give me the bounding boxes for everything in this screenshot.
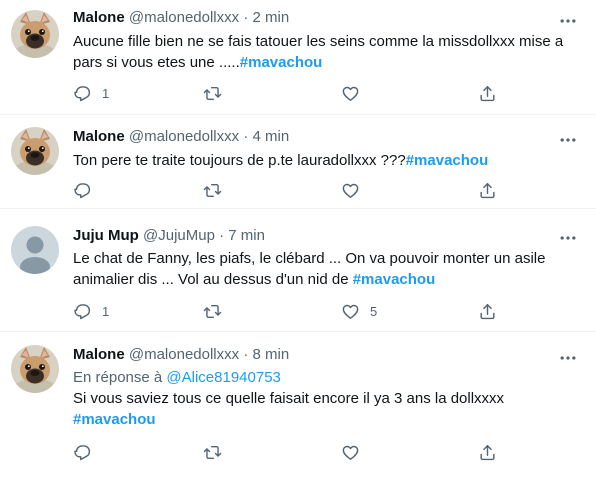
avatar[interactable] (11, 10, 59, 58)
hashtag-link[interactable]: #mavachou (240, 54, 323, 71)
share-button[interactable] (478, 83, 497, 103)
share-icon (478, 443, 497, 462)
hashtag-link[interactable]: #mavachou (353, 271, 436, 288)
timestamp[interactable]: 4 min (252, 128, 289, 145)
tweet-header: Malone @malonedollxxx · 2 min (73, 9, 289, 27)
share-button[interactable] (478, 301, 497, 321)
share-button[interactable] (478, 180, 497, 200)
mention-link[interactable]: @Alice81940753 (166, 369, 280, 386)
share-button[interactable] (478, 442, 497, 462)
reply-context-label: En réponse à (73, 369, 167, 386)
tweet-header: Juju Mup @JujuMup · 7 min (73, 227, 265, 245)
tweet-header: Malone @malonedollxxx · 8 min (73, 346, 289, 364)
action-bar: 1 (73, 83, 513, 103)
reply-icon (73, 84, 92, 103)
tweet-text-content: Si vous saviez tous ce quelle faisait en… (73, 390, 505, 407)
reply-icon (73, 181, 92, 200)
hashtag-link[interactable]: #mavachou (73, 411, 156, 428)
tweet-header: Malone @malonedollxxx · 4 min (73, 128, 289, 146)
heart-icon (341, 302, 360, 321)
timestamp[interactable]: 2 min (252, 9, 289, 26)
tweet[interactable]: Malone @malonedollxxx · 8 min En réponse… (0, 332, 596, 477)
more-icon[interactable] (558, 130, 578, 150)
share-icon (478, 302, 497, 321)
default-user-avatar-icon (11, 226, 59, 274)
retweet-icon (203, 443, 222, 462)
reply-context: En réponse à @Alice81940753 (73, 368, 281, 387)
heart-icon (341, 181, 360, 200)
retweet-button[interactable] (203, 83, 232, 103)
separator: · (243, 128, 249, 145)
timestamp[interactable]: 7 min (228, 227, 265, 244)
action-bar (73, 442, 513, 462)
action-bar: 1 5 (73, 301, 513, 321)
avatar[interactable] (11, 127, 59, 175)
action-bar (73, 180, 513, 200)
user-handle[interactable]: @malonedollxxx (129, 9, 239, 26)
avatar[interactable] (11, 226, 59, 274)
separator: · (243, 9, 249, 26)
reply-icon (73, 302, 92, 321)
more-icon[interactable] (558, 228, 578, 248)
tweet[interactable]: Malone @malonedollxxx · 2 min Aucune fil… (0, 0, 596, 115)
hashtag-link[interactable]: #mavachou (406, 152, 489, 169)
retweet-icon (203, 84, 222, 103)
like-button[interactable] (341, 83, 370, 103)
retweet-icon (203, 181, 222, 200)
reply-button[interactable]: 1 (73, 301, 109, 321)
tweet[interactable]: Malone @malonedollxxx · 4 min Ton pere t… (0, 115, 596, 209)
reply-button[interactable] (73, 180, 102, 200)
display-name[interactable]: Malone (73, 9, 125, 26)
reply-count: 1 (102, 303, 110, 319)
like-count: 5 (370, 303, 378, 319)
separator: · (219, 227, 225, 244)
retweet-button[interactable] (203, 442, 232, 462)
heart-icon (341, 443, 360, 462)
french-bulldog-avatar-icon (11, 10, 59, 58)
heart-icon (341, 84, 360, 103)
tweet-text: Le chat de Fanny, les piafs, le clébard … (73, 248, 573, 290)
display-name[interactable]: Malone (73, 128, 125, 145)
tweet-text: Ton pere te traite toujours de p.te laur… (73, 150, 573, 171)
reply-count: 1 (102, 85, 110, 101)
more-icon[interactable] (558, 348, 578, 368)
separator: · (243, 346, 249, 363)
reply-icon (73, 443, 92, 462)
tweet-text: Si vous saviez tous ce quelle faisait en… (73, 388, 573, 430)
tweet-feed: Malone @malonedollxxx · 2 min Aucune fil… (0, 0, 596, 477)
timestamp[interactable]: 8 min (252, 346, 289, 363)
user-handle[interactable]: @malonedollxxx (129, 128, 239, 145)
share-icon (478, 181, 497, 200)
tweet-text: Aucune fille bien ne se fais tatouer les… (73, 31, 573, 73)
retweet-button[interactable] (203, 180, 232, 200)
reply-button[interactable]: 1 (73, 83, 109, 103)
retweet-button[interactable] (203, 301, 232, 321)
like-button[interactable] (341, 442, 370, 462)
display-name[interactable]: Juju Mup (73, 227, 139, 244)
like-button[interactable]: 5 (341, 301, 377, 321)
french-bulldog-avatar-icon (11, 127, 59, 175)
tweet-text-content: Ton pere te traite toujours de p.te laur… (73, 152, 406, 169)
tweet-text-content: Le chat de Fanny, les piafs, le clébard … (73, 250, 546, 288)
more-icon[interactable] (558, 11, 578, 31)
avatar[interactable] (11, 345, 59, 393)
tweet[interactable]: Juju Mup @JujuMup · 7 min Le chat de Fan… (0, 209, 596, 332)
share-icon (478, 84, 497, 103)
french-bulldog-avatar-icon (11, 345, 59, 393)
user-handle[interactable]: @malonedollxxx (129, 346, 239, 363)
display-name[interactable]: Malone (73, 346, 125, 363)
user-handle[interactable]: @JujuMup (143, 227, 215, 244)
like-button[interactable] (341, 180, 370, 200)
reply-button[interactable] (73, 442, 102, 462)
retweet-icon (203, 302, 222, 321)
